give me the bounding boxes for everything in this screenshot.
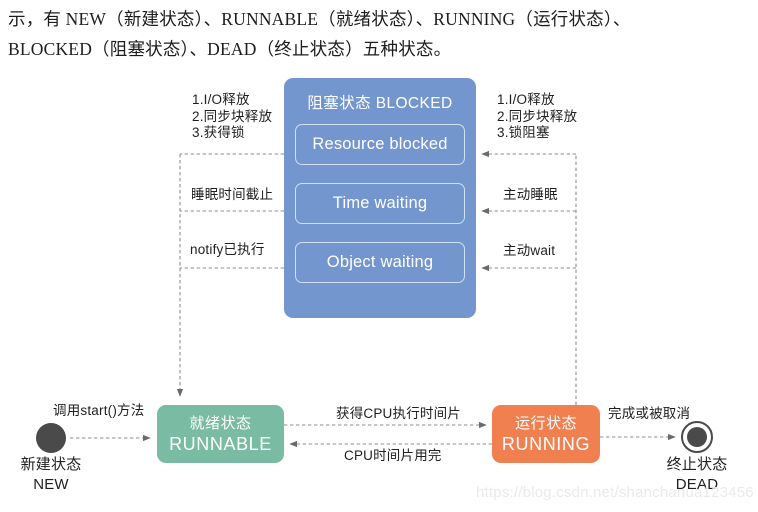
label-resource-release-2: 2.同步块释放 [192, 108, 273, 124]
blocked-title: 阻塞状态 BLOCKED [307, 95, 453, 112]
watermark: https://blog.csdn.net/shanchanua123456 [476, 484, 754, 501]
running-label-en: RUNNING [501, 434, 591, 454]
label-sleep-timeout: 睡眠时间截止 [191, 187, 274, 202]
label-active-sleep: 主动睡眠 [503, 187, 558, 202]
label-resource-release-1: 1.I/O释放 [192, 92, 250, 107]
end-node-icon [681, 421, 713, 453]
state-runnable[interactable]: 就绪状态 RUNNABLE [157, 405, 284, 463]
label-new-state: 新建状态 NEW [12, 455, 90, 495]
label-notify-executed: notify已执行 [190, 242, 265, 257]
label-resource-release: 1.I/O释放 2.同步块释放 3.获得锁 [192, 92, 272, 142]
runnable-label-cn: 就绪状态 [189, 415, 252, 432]
label-lock-blocked: 1.I/O释放 2.同步块释放 3.锁阻塞 [497, 92, 577, 142]
state-blocked[interactable]: 阻塞状态 BLOCKED Resource blocked Time waiti… [284, 78, 476, 318]
running-label-cn: 运行状态 [514, 415, 577, 432]
label-finish-or-cancel: 完成或被取消 [608, 406, 691, 421]
label-active-wait: 主动wait [503, 243, 556, 258]
label-start-call: 调用start()方法 [53, 403, 145, 418]
label-lock-blocked-1: 1.I/O释放 [497, 92, 555, 107]
label-new-cn: 新建状态 [20, 456, 82, 473]
substate-resource-blocked[interactable]: Resource blocked [295, 124, 465, 165]
label-cpu-exhausted: CPU时间片用完 [344, 448, 442, 463]
label-lock-blocked-2: 2.同步块释放 [497, 108, 578, 124]
runnable-label-en: RUNNABLE [169, 434, 272, 454]
label-cpu-acquire: 获得CPU执行时间片 [336, 406, 462, 421]
diagram-canvas: 示，有 NEW（新建状态）、RUNNABLE（就绪状态）、RUNNING（运行状… [0, 0, 758, 512]
substate-object-waiting[interactable]: Object waiting [295, 242, 465, 283]
substate-time-waiting[interactable]: Time waiting [295, 183, 465, 224]
state-running[interactable]: 运行状态 RUNNING [492, 405, 600, 463]
label-resource-release-3: 3.获得锁 [192, 125, 245, 140]
label-dead-cn: 终止状态 [666, 456, 728, 473]
start-node-icon [36, 423, 66, 453]
label-new-en: NEW [33, 476, 69, 493]
label-lock-blocked-3: 3.锁阻塞 [497, 125, 550, 140]
